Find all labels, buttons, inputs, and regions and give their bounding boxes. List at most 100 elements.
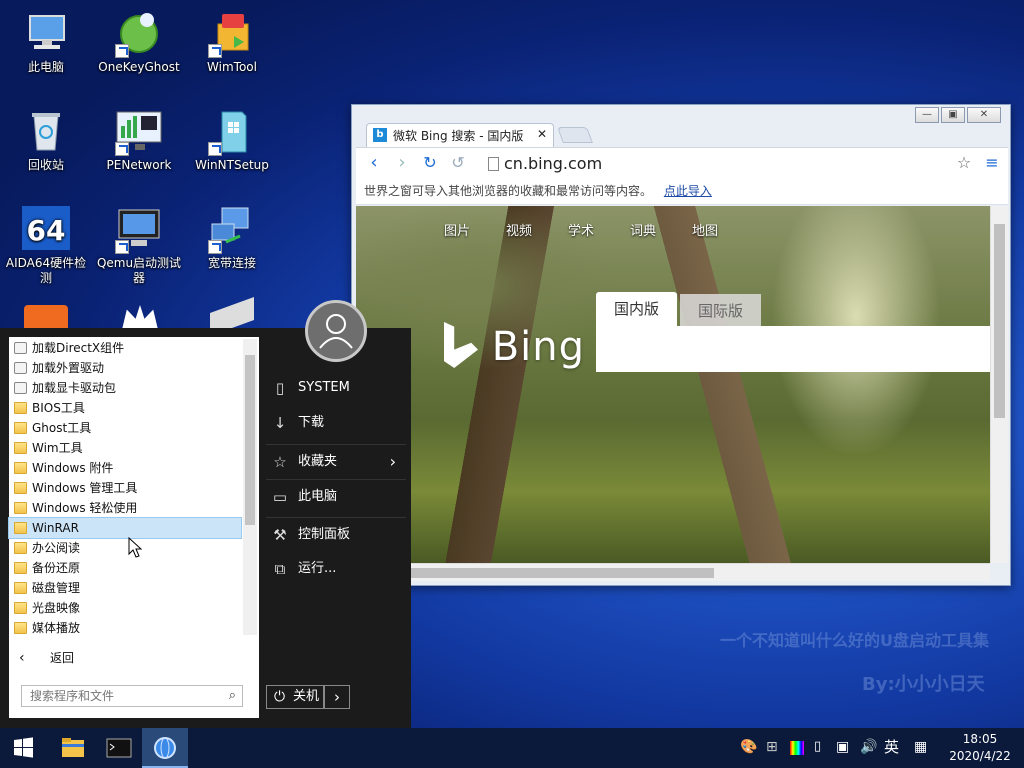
shutdown-button[interactable]: ⏻ 关机	[266, 685, 324, 709]
desktop-icon-label: PENetwork	[106, 158, 172, 172]
start-button[interactable]	[0, 728, 46, 768]
start-item-label: 下载	[298, 415, 325, 430]
program-list-item[interactable]: 光盘映像	[9, 598, 241, 618]
undo-icon[interactable]: ↺	[448, 154, 468, 174]
address-bar[interactable]: cn.bing.com	[484, 151, 954, 177]
program-list-item[interactable]: Windows 管理工具	[9, 478, 241, 498]
taskbar-file-explorer[interactable]	[50, 728, 96, 768]
color-picker-icon[interactable]	[790, 741, 804, 755]
desktop-icon-label: WinNTSetup	[195, 158, 269, 172]
terminal-icon	[106, 738, 132, 758]
back-button[interactable]: ‹ 返回	[9, 646, 259, 670]
maximize-button[interactable]: ▣	[941, 107, 965, 123]
start-item-label: 控制面板	[298, 527, 351, 542]
program-list-item[interactable]: 备份还原	[9, 558, 241, 578]
scroll-thumb[interactable]	[994, 224, 1005, 418]
start-item-control-panel[interactable]: ⚒ 控制面板	[266, 517, 406, 551]
program-list-item[interactable]: Windows 轻松使用	[9, 498, 241, 518]
program-label: 办公阅读	[32, 541, 81, 555]
vertical-scrollbar[interactable]	[990, 206, 1008, 563]
program-list-scrollbar[interactable]	[243, 339, 257, 635]
desktop-icon-broadband[interactable]: 宽带连接	[186, 206, 278, 271]
program-list-item[interactable]: WinRAR	[8, 517, 242, 539]
program-search-input[interactable]: 搜索程序和文件 ⌕	[21, 685, 243, 707]
volume-icon[interactable]: 🔊	[860, 738, 877, 756]
url-text: cn.bing.com	[504, 154, 603, 173]
svg-text:64: 64	[27, 214, 66, 247]
globe-icon	[154, 737, 176, 759]
desktop-icon-aida64[interactable]: 64 AIDA64硬件检测	[0, 206, 92, 286]
program-list-item[interactable]: 办公阅读	[9, 538, 241, 558]
nav-videos[interactable]: 视频	[506, 220, 532, 239]
desktop-icon-qemu[interactable]: Qemu启动测试器	[93, 206, 185, 286]
monitor-icon: ▭	[272, 488, 288, 506]
close-window-button[interactable]: ✕	[967, 107, 1001, 123]
keyboard-grid-icon[interactable]: ▦	[914, 738, 927, 756]
taskbar-command-prompt[interactable]	[96, 728, 142, 768]
ethernet-icon[interactable]: ▣	[836, 738, 849, 756]
program-list-item[interactable]: 加载DirectX组件	[9, 338, 241, 358]
start-item-this-pc[interactable]: ▭ 此电脑	[266, 479, 406, 513]
wim-icon	[208, 10, 256, 58]
clock[interactable]: 18:05 2020/4/22	[940, 731, 1020, 765]
start-item-downloads[interactable]: ↓ 下载	[266, 406, 406, 440]
program-list-item[interactable]: Wim工具	[9, 438, 241, 458]
bing-page: 图片 视频 学术 词典 地图 Bing 国内版 国际版	[356, 206, 990, 563]
desktop-icon-label: 此电脑	[27, 60, 64, 74]
start-item-favorites[interactable]: ☆ 收藏夹 ›	[266, 444, 406, 478]
watermark-line-2: By:小小小日天	[862, 674, 985, 695]
program-list-item[interactable]: 加载显卡驱动包	[9, 378, 241, 398]
tab-domestic[interactable]: 国内版	[596, 292, 678, 328]
desktop-icon-penetwork[interactable]: PENetwork	[93, 108, 185, 173]
import-link[interactable]: 点此导入	[664, 184, 712, 198]
program-list-item[interactable]: 磁盘管理	[9, 578, 241, 598]
network-share-icon[interactable]: ⊞	[766, 738, 778, 756]
ime-indicator[interactable]: 英	[884, 738, 899, 756]
shutdown-options-button[interactable]: ›	[324, 685, 350, 709]
refresh-icon[interactable]: ↻	[420, 154, 440, 174]
desktop-icon-onekeyghost[interactable]: OneKeyGhost	[93, 10, 185, 75]
desktop-icon-winntsetup[interactable]: WinNTSetup	[186, 108, 278, 173]
user-avatar[interactable]	[305, 300, 367, 362]
minimize-button[interactable]: —	[915, 107, 939, 123]
program-list-item[interactable]: Windows 附件	[9, 458, 241, 478]
back-icon[interactable]: ‹	[364, 154, 384, 174]
desktop-icon-partial	[122, 305, 158, 328]
new-tab-button[interactable]	[557, 127, 593, 143]
desktop-icon-wimtool[interactable]: WimTool	[186, 10, 278, 75]
nav-maps[interactable]: 地图	[692, 220, 718, 239]
start-menu: 加载DirectX组件 加载外置驱动 加载显卡驱动包 BIOS工具 Ghost工具 Wim…	[0, 328, 411, 728]
close-tab-icon[interactable]: ✕	[537, 127, 547, 141]
tab-bing[interactable]: b 微软 Bing 搜索 - 国内版 ✕	[366, 123, 554, 147]
desktop-icon-recycle-bin[interactable]: 回收站	[0, 108, 92, 173]
download-icon: ↓	[273, 414, 287, 432]
program-list-item[interactable]: Ghost工具	[9, 418, 241, 438]
nav-dictionary[interactable]: 词典	[630, 220, 656, 239]
nav-academic[interactable]: 学术	[568, 220, 594, 239]
program-list-item[interactable]: 媒体播放	[9, 618, 241, 638]
start-item-run[interactable]: ⧉ 运行...	[266, 552, 406, 586]
tab-international[interactable]: 国际版	[680, 294, 762, 326]
menu-icon[interactable]: ≡	[982, 154, 1002, 174]
palette-icon[interactable]: 🎨	[740, 738, 757, 756]
program-list-item[interactable]: 加载外置驱动	[9, 358, 241, 378]
start-item-system[interactable]: ▯ SYSTEM	[266, 371, 406, 405]
scroll-thumb[interactable]	[360, 568, 714, 578]
forward-icon[interactable]: ›	[392, 154, 412, 174]
taskbar-browser[interactable]	[142, 728, 188, 768]
nav-images[interactable]: 图片	[444, 220, 470, 239]
desktop-icon-label: 回收站	[27, 158, 64, 172]
desktop-icon-this-pc[interactable]: 此电脑	[0, 10, 92, 75]
usb-icon[interactable]: ▯	[814, 738, 821, 756]
wrench-icon: ⚒	[273, 526, 287, 544]
program-list-item[interactable]: BIOS工具	[9, 398, 241, 418]
star-icon[interactable]: ☆	[954, 154, 974, 174]
folder-icon	[14, 402, 27, 414]
folder-icon	[14, 482, 27, 494]
bing-search-box[interactable]	[596, 326, 990, 372]
ghost-icon	[115, 10, 163, 58]
scroll-thumb[interactable]	[245, 355, 255, 525]
horizontal-scrollbar[interactable]	[356, 563, 990, 581]
program-label: 媒体播放	[32, 621, 81, 635]
start-item-label: 此电脑	[298, 489, 338, 504]
